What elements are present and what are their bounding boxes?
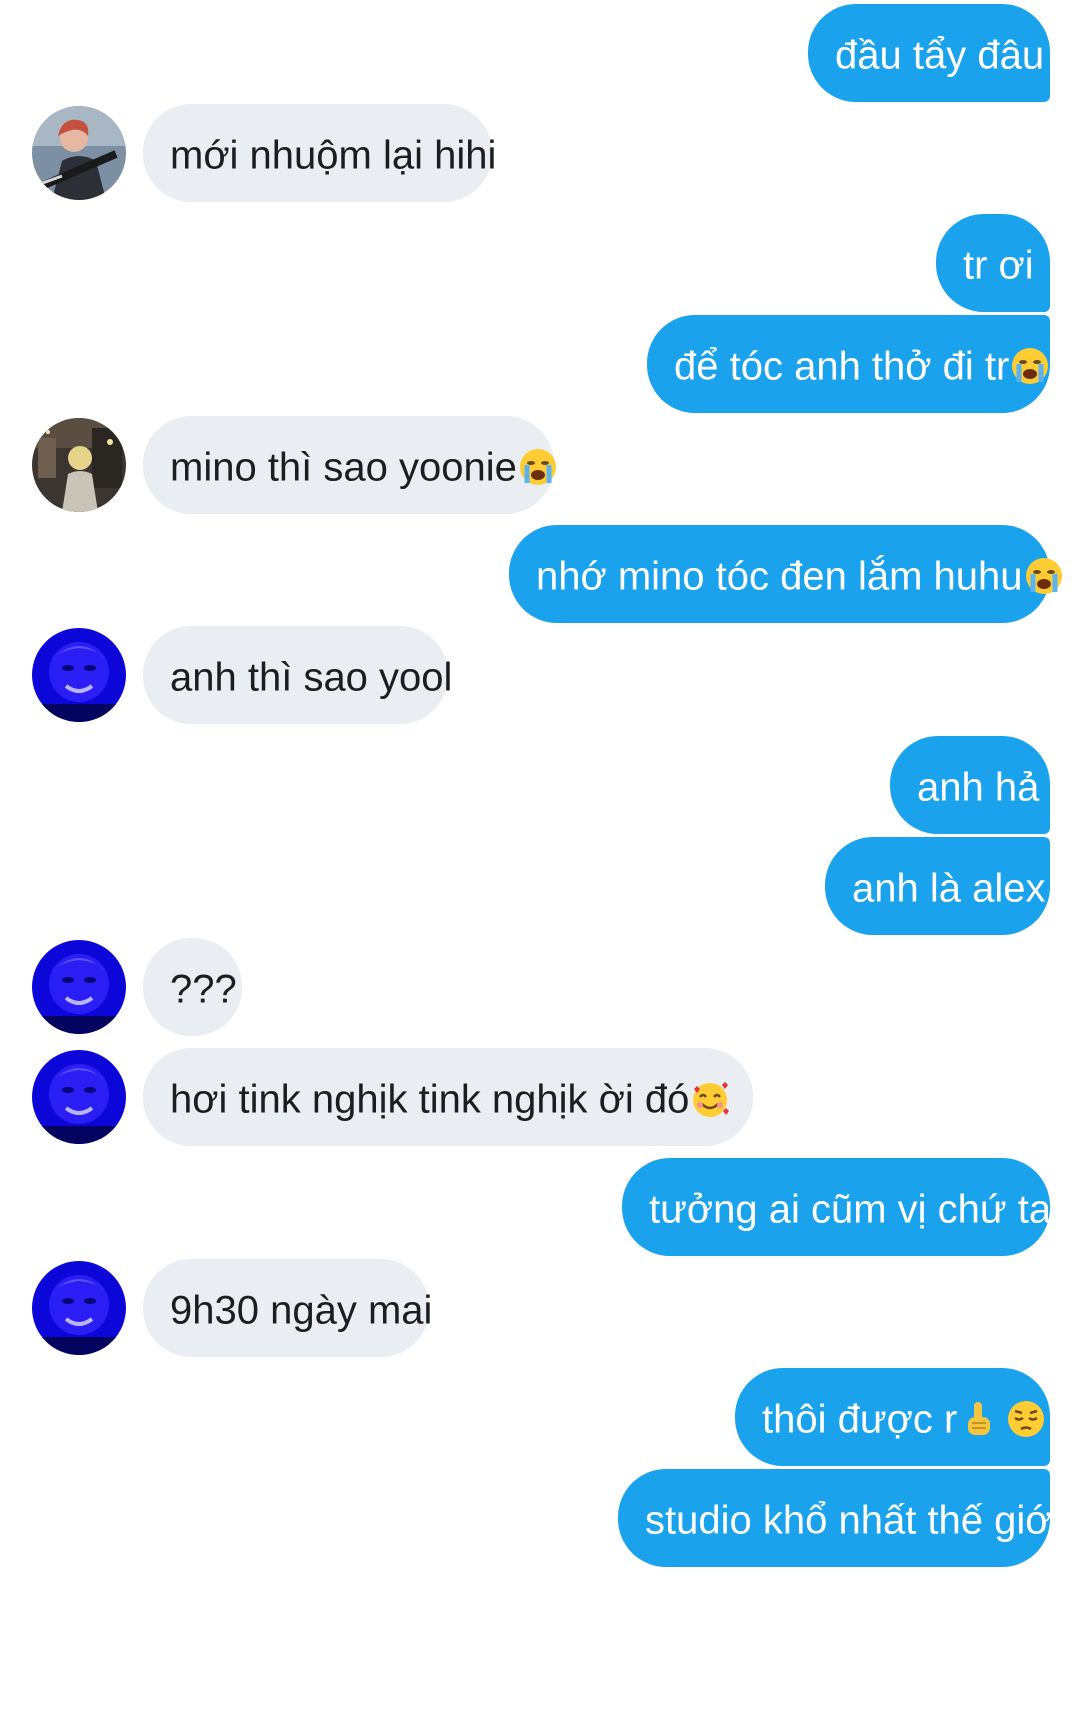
guitar-player-avatar[interactable] [32, 106, 126, 200]
incoming-message-bubble[interactable]: ??? [143, 938, 242, 1036]
blue-face-avatar[interactable] [32, 940, 126, 1034]
outgoing-message-bubble[interactable]: anh là alex [825, 837, 1050, 935]
message-text: anh thì sao yool [170, 655, 453, 700]
index-pointing-up-emoji [958, 1399, 998, 1439]
message-text: nhớ mino tóc đen lắm huhu [536, 554, 1023, 599]
message-text: hơi tink nghịk tink nghịk ời đó [170, 1077, 690, 1122]
outgoing-message-bubble[interactable]: tưởng ai cũm vị chứ tar [622, 1158, 1064, 1256]
incoming-message-bubble[interactable]: anh thì sao yool [143, 626, 452, 724]
outgoing-message-bubble[interactable]: đầu tẩy đâu [808, 4, 1050, 102]
incoming-message-bubble[interactable]: mino thì sao yoonie [143, 416, 556, 514]
message-text: anh là alex [852, 866, 1046, 911]
loudly-crying-face-emoji [1024, 556, 1064, 596]
blue-face-avatar[interactable] [32, 1050, 126, 1144]
incoming-message-bubble[interactable]: mới nhuộm lại hihi [143, 104, 496, 202]
message-text: 9h30 ngày mai [170, 1288, 433, 1333]
incoming-message-bubble[interactable]: 9h30 ngày mai [143, 1259, 433, 1357]
blue-face-avatar[interactable] [32, 1261, 126, 1355]
message-text: ??? [170, 967, 237, 1012]
message-text: mới nhuộm lại hihi [170, 133, 497, 178]
message-text: tr ơi [963, 243, 1034, 288]
message-text: studio khổ nhất thế giới [645, 1498, 1061, 1543]
message-text: đầu tẩy đâu [835, 33, 1045, 78]
loudly-crying-face-emoji [518, 447, 558, 487]
message-text: thôi được r [762, 1397, 958, 1442]
outgoing-message-bubble[interactable]: để tóc anh thở đi tr [647, 315, 1050, 413]
message-text: tưởng ai cũm vị chứ tar [649, 1187, 1065, 1232]
outgoing-message-bubble[interactable]: tr ơi [936, 214, 1050, 312]
smiling-face-with-hearts-emoji [690, 1079, 730, 1119]
message-text: anh hả [917, 765, 1040, 810]
outgoing-message-bubble[interactable]: anh hả [890, 736, 1050, 834]
message-text: để tóc anh thở đi tr [674, 344, 1010, 389]
blue-face-avatar[interactable] [32, 628, 126, 722]
outgoing-message-bubble[interactable]: studio khổ nhất thế giới [618, 1469, 1060, 1567]
chat-thread: đầu tẩy đâu mới nhuộm lại hihi tr ơi để … [0, 0, 1080, 1719]
outgoing-message-bubble[interactable]: nhớ mino tóc đen lắm huhu [509, 525, 1062, 623]
outgoing-message-bubble[interactable]: thôi được r [735, 1368, 1050, 1466]
street-photo-avatar[interactable] [32, 418, 126, 512]
incoming-message-bubble[interactable]: hơi tink nghịk tink nghịk ời đó [143, 1048, 753, 1146]
message-text: mino thì sao yoonie [170, 445, 517, 490]
loudly-crying-face-emoji [1010, 346, 1050, 386]
pensive-face-emoji [1006, 1399, 1046, 1439]
